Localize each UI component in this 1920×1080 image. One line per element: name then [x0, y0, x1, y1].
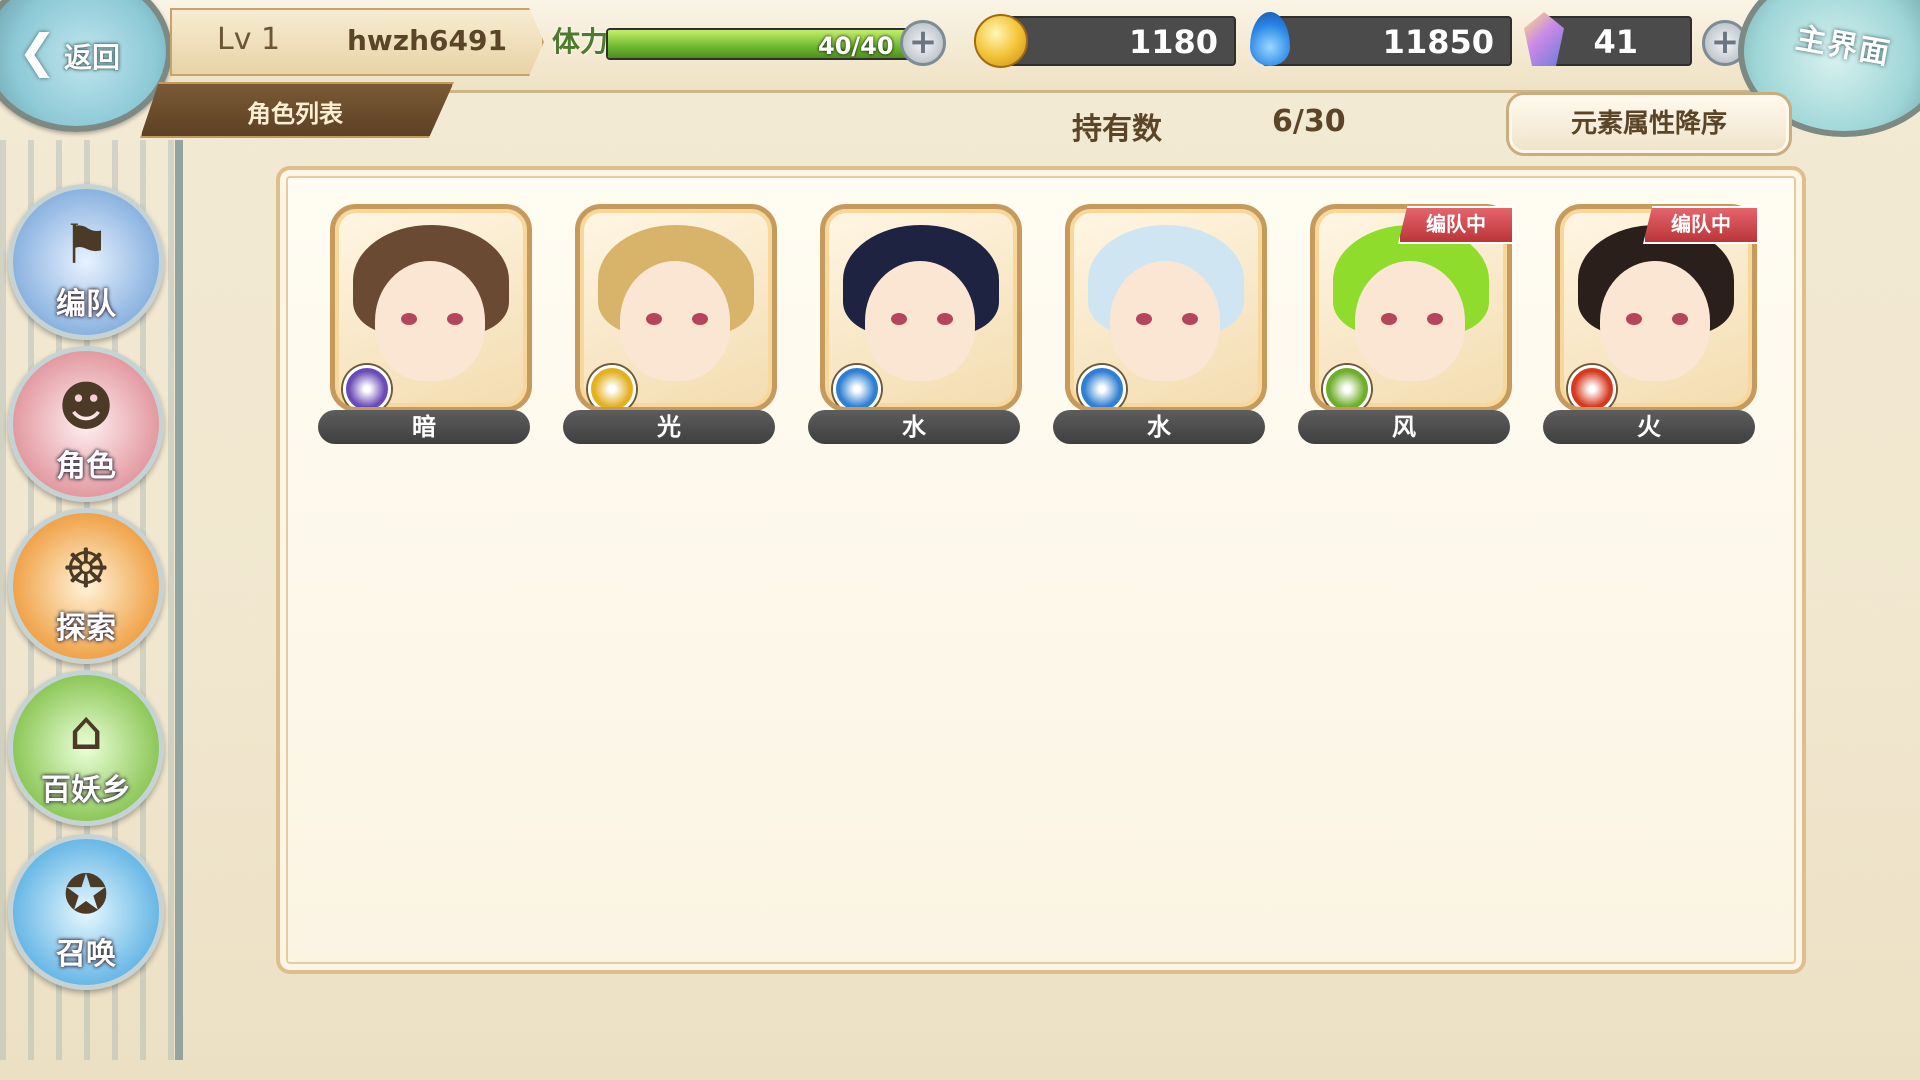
- character-eye: [1381, 313, 1397, 325]
- character-card[interactable]: 光: [563, 204, 777, 450]
- add-stamina-button[interactable]: +: [900, 20, 946, 66]
- summon-label: 召唤: [56, 937, 116, 972]
- sort-label: 元素属性降序: [1570, 109, 1727, 139]
- element-badge-icon: [588, 365, 636, 407]
- stamina-bar: 体力 40/40: [548, 14, 948, 66]
- owned-count-label: 持有数: [1072, 112, 1162, 147]
- character-portrait[interactable]: [1065, 204, 1267, 412]
- element-badge-icon: [1568, 365, 1616, 407]
- element-badge-icon: [343, 365, 391, 407]
- character-icon: ☻: [57, 375, 115, 438]
- gold-value: 1180: [1128, 23, 1218, 61]
- character-eye: [1427, 313, 1443, 325]
- stamina-value: 40/40: [818, 32, 894, 60]
- character-eye: [692, 313, 708, 325]
- character-eye: [447, 313, 463, 325]
- element-badge-icon: [1323, 365, 1371, 407]
- element-label: 风: [1298, 410, 1510, 444]
- character-card[interactable]: 水: [1053, 204, 1267, 450]
- village-button[interactable]: ⌂ 百妖乡: [8, 670, 164, 826]
- in-team-tag: 编队中: [1643, 206, 1759, 244]
- explore-icon: ☸: [61, 537, 111, 600]
- character-card[interactable]: 暗: [318, 204, 532, 450]
- character-eye: [891, 313, 907, 325]
- character-portrait[interactable]: [575, 204, 777, 412]
- player-info-plate: Lv 1 hwzh6491: [170, 8, 544, 76]
- team-label: 编队: [56, 287, 116, 322]
- element-label: 光: [563, 410, 775, 444]
- character-card[interactable]: 水: [808, 204, 1022, 450]
- gold-coin-icon: [974, 14, 1028, 68]
- character-button[interactable]: ☻ 角色: [8, 346, 164, 502]
- explore-label: 探索: [56, 611, 116, 646]
- element-label: 水: [1053, 410, 1265, 444]
- player-name: hwzh6491: [347, 24, 507, 57]
- element-label: 水: [808, 410, 1020, 444]
- gold-counter: 1180: [974, 14, 1236, 68]
- crystal-counter: 41: [1524, 12, 1692, 66]
- summon-icon: ✪: [63, 863, 109, 926]
- team-icon: ⚑: [61, 213, 111, 276]
- owned-count-value: 6/30: [1272, 104, 1346, 139]
- team-button[interactable]: ⚑ 编队: [8, 184, 164, 340]
- character-eye: [937, 313, 953, 325]
- summon-button[interactable]: ✪ 召唤: [8, 834, 164, 990]
- element-label: 火: [1543, 410, 1755, 444]
- character-portrait[interactable]: [330, 204, 532, 412]
- character-card[interactable]: 编队中风: [1298, 204, 1514, 450]
- village-icon: ⌂: [68, 699, 104, 762]
- character-list-panel: 暗光水水编队中风编队中火: [276, 166, 1806, 974]
- character-card[interactable]: 编队中火: [1543, 204, 1759, 450]
- character-eye: [1136, 313, 1152, 325]
- character-face: [865, 261, 975, 381]
- element-label: 暗: [318, 410, 530, 444]
- soul-counter: 11850: [1250, 12, 1512, 66]
- character-label: 角色: [56, 449, 116, 484]
- player-level: Lv 1: [217, 22, 281, 57]
- back-label: 返回: [64, 41, 121, 74]
- character-face: [620, 261, 730, 381]
- character-eye: [646, 313, 662, 325]
- blue-flame-icon: [1250, 12, 1290, 66]
- home-label: 主界面: [1793, 20, 1894, 73]
- page-title-tab: 角色列表: [140, 82, 454, 138]
- element-badge-icon: [1078, 365, 1126, 407]
- back-arrow-icon: ❮: [18, 24, 57, 78]
- character-face: [1600, 261, 1710, 381]
- character-eye: [1626, 313, 1642, 325]
- character-face: [1110, 261, 1220, 381]
- element-badge-icon: [833, 365, 881, 407]
- character-eye: [1672, 313, 1688, 325]
- character-face: [375, 261, 485, 381]
- character-face: [1355, 261, 1465, 381]
- character-portrait[interactable]: [820, 204, 1022, 412]
- in-team-tag: 编队中: [1398, 206, 1514, 244]
- village-label: 百妖乡: [41, 773, 131, 808]
- explore-button[interactable]: ☸ 探索: [8, 508, 164, 664]
- soul-value: 11850: [1382, 23, 1494, 61]
- sort-button[interactable]: 元素属性降序: [1506, 92, 1792, 156]
- back-button[interactable]: ❮ 返回: [0, 0, 172, 132]
- crystal-value: 41: [1593, 23, 1638, 61]
- stamina-label: 体力: [552, 25, 609, 58]
- character-eye: [401, 313, 417, 325]
- page-title: 角色列表: [247, 100, 343, 128]
- character-eye: [1182, 313, 1198, 325]
